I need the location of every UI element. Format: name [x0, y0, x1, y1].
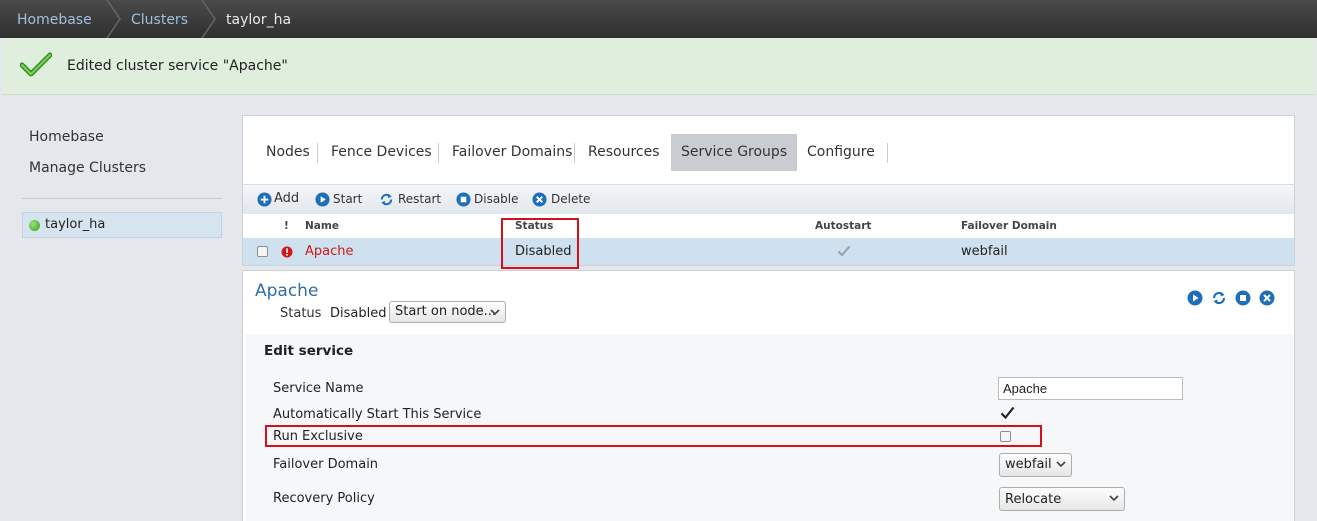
table-header: ! Name Status Autostart Failover Domain	[243, 215, 1294, 237]
service-title: Apache	[255, 281, 319, 301]
breadcrumb-clusters[interactable]: Clusters	[131, 0, 188, 38]
status-highlight-box	[501, 218, 579, 269]
tab-divider	[438, 143, 439, 163]
tab-fence-devices[interactable]: Fence Devices	[321, 134, 442, 171]
tab-divider	[317, 143, 318, 163]
column-alert: !	[284, 220, 289, 232]
tab-divider	[574, 143, 575, 163]
start-on-node-value: Start on node...	[395, 304, 497, 319]
chevron-right-icon	[106, 0, 121, 38]
failover-domain-select[interactable]: webfail	[999, 453, 1072, 477]
sidebar-item-cluster[interactable]: taylor_ha	[22, 212, 222, 238]
edit-service-heading: Edit service	[264, 343, 354, 359]
service-toolbar: Add Start Restart Disable Delete	[243, 184, 1294, 214]
detail-status-value: Disabled	[330, 306, 387, 321]
column-name[interactable]: Name	[305, 220, 339, 232]
service-name-link[interactable]: Apache	[305, 244, 354, 259]
recovery-policy-value: Relocate	[1005, 492, 1062, 507]
row-select-checkbox[interactable]	[257, 246, 268, 257]
add-icon	[257, 192, 272, 207]
delete-icon	[532, 192, 547, 207]
table-row[interactable]: Apache Disabled webfail	[243, 238, 1294, 265]
chevron-down-icon	[490, 309, 500, 316]
restart-icon	[380, 193, 393, 206]
tab-nodes[interactable]: Nodes	[256, 134, 320, 171]
sidebar-divider	[22, 198, 222, 199]
autostart-label: Automatically Start This Service	[273, 407, 482, 422]
start-on-node-select[interactable]: Start on node...	[389, 301, 506, 323]
recovery-policy-select[interactable]: Relocate	[999, 487, 1125, 511]
sidebar-link-manage-clusters[interactable]: Manage Clusters	[29, 160, 146, 176]
sidebar-link-homebase[interactable]: Homebase	[29, 129, 104, 145]
success-banner: Edited cluster service "Apache"	[2, 38, 1315, 95]
detail-status-label: Status	[280, 306, 322, 321]
stop-icon[interactable]	[1235, 290, 1251, 306]
tab-resources[interactable]: Resources	[578, 134, 670, 171]
run-exclusive-highlight-box	[265, 425, 1042, 447]
start-button[interactable]: Start	[333, 192, 362, 206]
restart-button[interactable]: Restart	[398, 192, 441, 206]
start-icon[interactable]	[1187, 290, 1203, 306]
status-dot-icon	[29, 220, 40, 231]
error-icon	[281, 246, 293, 258]
breadcrumb: Homebase Clusters taylor_ha	[0, 0, 1317, 38]
tab-failover-domains[interactable]: Failover Domains	[442, 134, 582, 171]
checkmark-icon	[20, 52, 52, 77]
banner-message: Edited cluster service "Apache"	[67, 58, 288, 74]
recovery-policy-label: Recovery Policy	[273, 491, 375, 506]
tab-divider	[887, 143, 888, 163]
add-button[interactable]: Add	[274, 191, 299, 206]
sidebar-cluster-label: taylor_ha	[45, 217, 106, 232]
service-detail-panel: Apache Status Disabled Start on node... …	[242, 270, 1295, 521]
tab-configure[interactable]: Configure	[797, 134, 885, 171]
service-name-input[interactable]	[998, 377, 1183, 400]
column-failover-domain[interactable]: Failover Domain	[961, 220, 1057, 232]
stop-icon	[456, 192, 471, 207]
breadcrumb-homebase[interactable]: Homebase	[17, 0, 92, 38]
service-name-label: Service Name	[273, 381, 364, 396]
service-groups-panel: Nodes Fence Devices Failover Domains Res…	[242, 115, 1295, 269]
chevron-right-icon	[201, 0, 216, 38]
failover-domain-label: Failover Domain	[273, 457, 379, 472]
delete-icon[interactable]	[1259, 290, 1275, 306]
disable-button[interactable]: Disable	[474, 192, 519, 206]
play-icon	[315, 192, 330, 207]
autostart-checkbox[interactable]	[1000, 406, 1015, 420]
restart-icon[interactable]	[1211, 290, 1227, 306]
autostart-check-icon	[837, 245, 851, 257]
breadcrumb-cluster-name: taylor_ha	[226, 12, 292, 28]
delete-button[interactable]: Delete	[551, 192, 590, 206]
failover-domain-value: webfail	[1005, 457, 1052, 472]
tab-service-groups[interactable]: Service Groups	[671, 134, 797, 171]
service-failover-domain: webfail	[961, 244, 1008, 259]
chevron-down-icon	[1109, 495, 1119, 502]
column-autostart[interactable]: Autostart	[815, 220, 871, 232]
chevron-down-icon	[1056, 461, 1066, 468]
